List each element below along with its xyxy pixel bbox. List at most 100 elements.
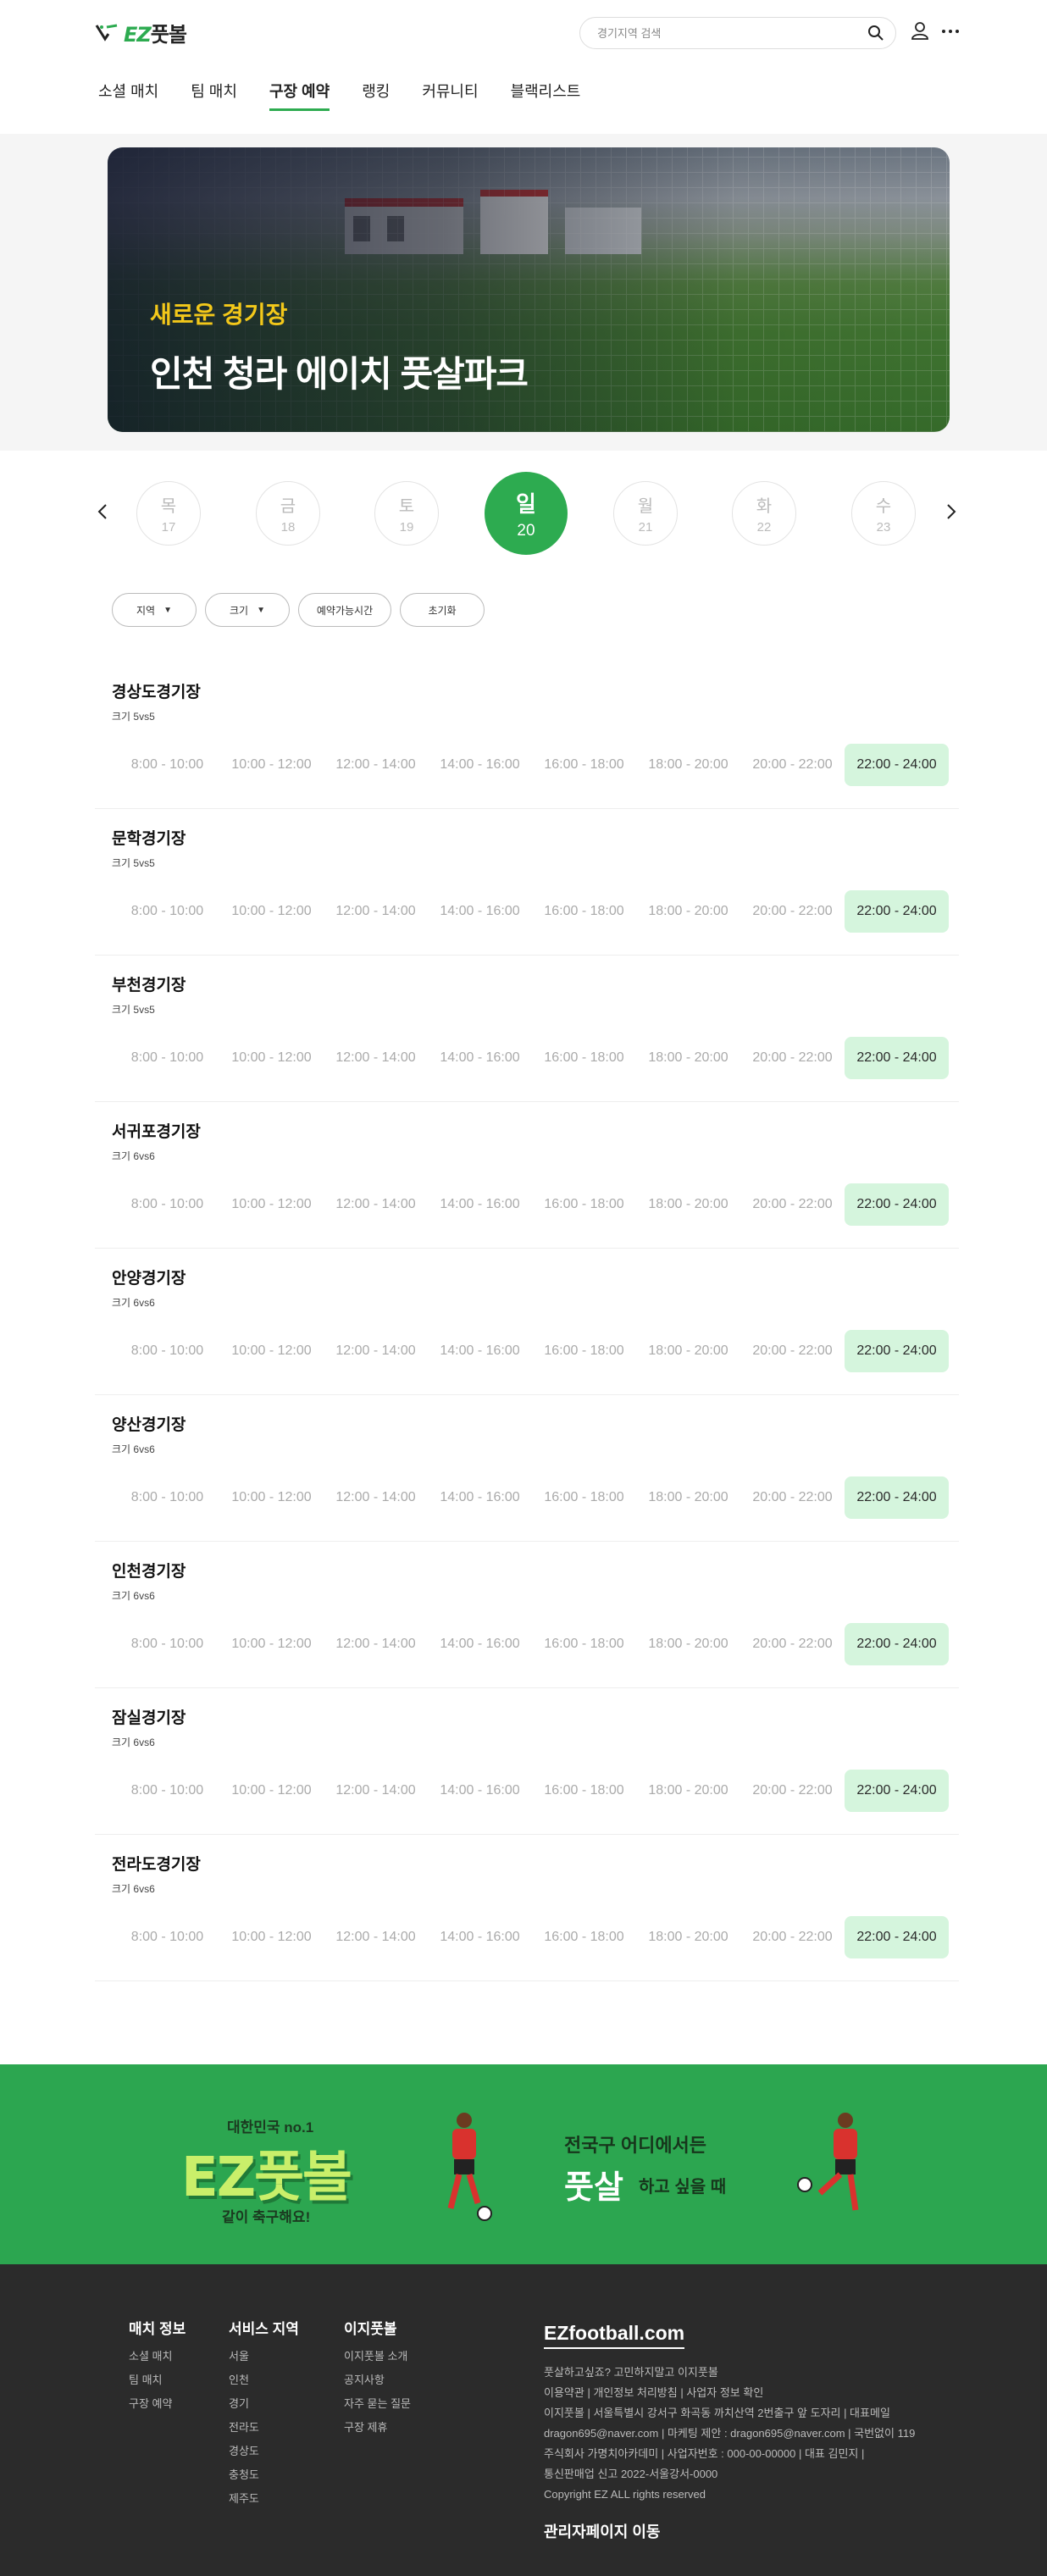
footer-link[interactable]: 경기 <box>229 2392 299 2416</box>
time-slot-available[interactable]: 22:00 - 24:00 <box>845 1330 949 1372</box>
date-item[interactable]: 화 22 <box>732 481 796 546</box>
time-slot-list: 8:00 - 10:00 10:00 - 12:00 12:00 - 14:00 14… <box>115 1330 949 1372</box>
stadium-row: 서귀포경기장 크기 6vs6 8:00 - 10:00 10:00 - 12:00 12… <box>95 1102 959 1249</box>
footer-link[interactable]: 제주도 <box>229 2487 299 2511</box>
user-icon[interactable] <box>910 20 930 42</box>
time-slot-unavailable: 14:00 - 16:00 <box>440 904 520 918</box>
date-item[interactable]: 토 19 <box>374 481 439 546</box>
footer-link[interactable]: 구장 예약 <box>129 2392 186 2416</box>
admin-page-link[interactable]: 관리자페이지 이동 <box>544 2520 660 2542</box>
stadium-name[interactable]: 양산경기장 <box>112 1412 186 1435</box>
time-slot-unavailable: 8:00 - 10:00 <box>130 1637 204 1651</box>
nav-community[interactable]: 커뮤니티 <box>422 76 478 111</box>
time-slot-available[interactable]: 22:00 - 24:00 <box>845 1916 949 1958</box>
time-slot-unavailable: 8:00 - 10:00 <box>130 904 204 918</box>
stadium-name[interactable]: 경상도경기장 <box>112 679 201 702</box>
stadium-size: 크기 6vs6 <box>112 1737 155 1748</box>
time-slot-unavailable: 20:00 - 22:00 <box>752 904 833 918</box>
hero-banner[interactable]: 새로운 경기장 인천 청라 에이치 풋살파크 <box>108 147 950 432</box>
footer-brand[interactable]: EZfootball.com <box>544 2322 685 2349</box>
chevron-down-icon: ▼ <box>163 605 172 615</box>
stadium-row: 인천경기장 크기 6vs6 8:00 - 10:00 10:00 - 12:00 12:… <box>95 1542 959 1688</box>
time-slot-unavailable: 18:00 - 20:00 <box>648 1050 728 1065</box>
next-date-arrow-icon[interactable] <box>940 501 961 522</box>
date-item-selected[interactable]: 일 20 <box>485 472 568 555</box>
footer-link[interactable]: 서울 <box>229 2345 299 2368</box>
footer-link[interactable]: 인천 <box>229 2368 299 2392</box>
footer-link[interactable]: 소셜 매치 <box>129 2345 186 2368</box>
time-slot-unavailable: 12:00 - 14:00 <box>335 1197 416 1211</box>
search-icon[interactable] <box>867 24 885 42</box>
logo[interactable]: EZ풋볼 <box>95 19 187 47</box>
nav-ranking[interactable]: 랭킹 <box>362 76 390 111</box>
more-icon[interactable] <box>940 20 961 42</box>
time-slot-available[interactable]: 22:00 - 24:00 <box>845 1183 949 1226</box>
time-slot-unavailable: 12:00 - 14:00 <box>335 904 416 918</box>
footer: 매치 정보 소셜 매치 팀 매치 구장 예약 서비스 지역 서울 인천 경기 전… <box>0 2264 1047 2576</box>
time-slot-unavailable: 10:00 - 12:00 <box>231 1050 312 1065</box>
footer-link[interactable]: 자주 묻는 질문 <box>344 2392 411 2416</box>
promo-banner[interactable]: 대한민국 no.1 EZ풋볼 같이 축구해요! 전국구 어디에서든 풋살 하고 … <box>0 2064 1047 2264</box>
date-selector: 목 17 금 18 토 19 일 20 월 21 화 22 수 23 <box>0 471 1047 556</box>
stadium-row: 문학경기장 크기 5vs5 8:00 - 10:00 10:00 - 12:00 12:… <box>95 809 959 956</box>
size-select[interactable]: 크기 ▼ <box>205 593 290 627</box>
soccer-player-kick-illustration <box>797 2113 859 2211</box>
footer-link[interactable]: 경상도 <box>229 2440 299 2463</box>
reset-button[interactable]: 초기화 <box>400 593 485 627</box>
nav-blacklist[interactable]: 블랙리스트 <box>511 76 581 111</box>
time-slot-unavailable: 10:00 - 12:00 <box>231 757 312 772</box>
time-slot-list: 8:00 - 10:00 10:00 - 12:00 12:00 - 14:00 14… <box>115 1183 949 1226</box>
stadium-name[interactable]: 부천경기장 <box>112 972 186 995</box>
stadium-name[interactable]: 잠실경기장 <box>112 1705 186 1728</box>
time-slot-available[interactable]: 22:00 - 24:00 <box>845 1476 949 1519</box>
stadium-row: 안양경기장 크기 6vs6 8:00 - 10:00 10:00 - 12:00 12:… <box>95 1249 959 1395</box>
footer-link[interactable]: 공지사항 <box>344 2368 411 2392</box>
time-slot-unavailable: 16:00 - 18:00 <box>544 1930 624 1944</box>
soccer-player-illustration <box>447 2113 492 2221</box>
time-slot-unavailable: 14:00 - 16:00 <box>440 1637 520 1651</box>
date-item[interactable]: 수 23 <box>851 481 916 546</box>
stadium-name[interactable]: 서귀포경기장 <box>112 1119 201 1142</box>
time-slot-unavailable: 12:00 - 14:00 <box>335 1490 416 1504</box>
stadium-name[interactable]: 안양경기장 <box>112 1266 186 1288</box>
footer-link[interactable]: 이지풋볼 소개 <box>344 2345 411 2368</box>
stadium-name[interactable]: 문학경기장 <box>112 826 186 849</box>
stadium-row: 부천경기장 크기 5vs5 8:00 - 10:00 10:00 - 12:00 12:… <box>95 956 959 1102</box>
banner-right-big: 풋살 <box>564 2170 623 2206</box>
prev-date-arrow-icon[interactable] <box>93 501 114 522</box>
time-slot-available[interactable]: 22:00 - 24:00 <box>845 890 949 933</box>
nav-social-match[interactable]: 소셜 매치 <box>98 76 158 111</box>
time-slot-unavailable: 16:00 - 18:00 <box>544 1783 624 1798</box>
time-slot-available[interactable]: 22:00 - 24:00 <box>845 1623 949 1665</box>
nav-stadium-booking[interactable]: 구장 예약 <box>269 76 330 111</box>
available-time-button[interactable]: 예약가능시간 <box>298 593 391 627</box>
nav-team-match[interactable]: 팀 매치 <box>191 76 237 111</box>
time-slot-unavailable: 14:00 - 16:00 <box>440 1490 520 1504</box>
search-input[interactable] <box>597 26 867 40</box>
footer-link[interactable]: 팀 매치 <box>129 2368 186 2392</box>
hero-section: 새로운 경기장 인천 청라 에이치 풋살파크 <box>0 134 1047 451</box>
logo-suffix: 풋볼 <box>150 22 187 47</box>
time-slot-unavailable: 16:00 - 18:00 <box>544 1490 624 1504</box>
time-slot-available[interactable]: 22:00 - 24:00 <box>845 744 949 786</box>
date-item[interactable]: 월 21 <box>613 481 678 546</box>
date-item[interactable]: 목 17 <box>136 481 201 546</box>
header: EZ풋볼 소셜 매치 팀 매치 구장 예약 랭킹 커뮤니티 블랙리스트 <box>0 0 1047 134</box>
banner-right-line1: 전국구 어디에서든 <box>564 2135 707 2156</box>
date-item[interactable]: 금 18 <box>256 481 320 546</box>
time-slot-unavailable: 20:00 - 22:00 <box>752 1637 833 1651</box>
time-slot-unavailable: 16:00 - 18:00 <box>544 757 624 772</box>
stadium-name[interactable]: 전라도경기장 <box>112 1852 201 1875</box>
time-slot-unavailable: 16:00 - 18:00 <box>544 904 624 918</box>
time-slot-unavailable: 10:00 - 12:00 <box>231 904 312 918</box>
time-slot-available[interactable]: 22:00 - 24:00 <box>845 1037 949 1079</box>
region-select[interactable]: 지역 ▼ <box>112 593 197 627</box>
time-slot-unavailable: 10:00 - 12:00 <box>231 1343 312 1358</box>
stadium-list: 경상도경기장 크기 5vs5 8:00 - 10:00 10:00 - 12:00 12… <box>95 662 959 1981</box>
time-slot-available[interactable]: 22:00 - 24:00 <box>845 1770 949 1812</box>
stadium-name[interactable]: 인천경기장 <box>112 1559 186 1582</box>
footer-link[interactable]: 충청도 <box>229 2463 299 2487</box>
footer-link[interactable]: 구장 제휴 <box>344 2416 411 2440</box>
footer-link[interactable]: 전라도 <box>229 2416 299 2440</box>
time-slot-unavailable: 8:00 - 10:00 <box>130 1343 204 1358</box>
